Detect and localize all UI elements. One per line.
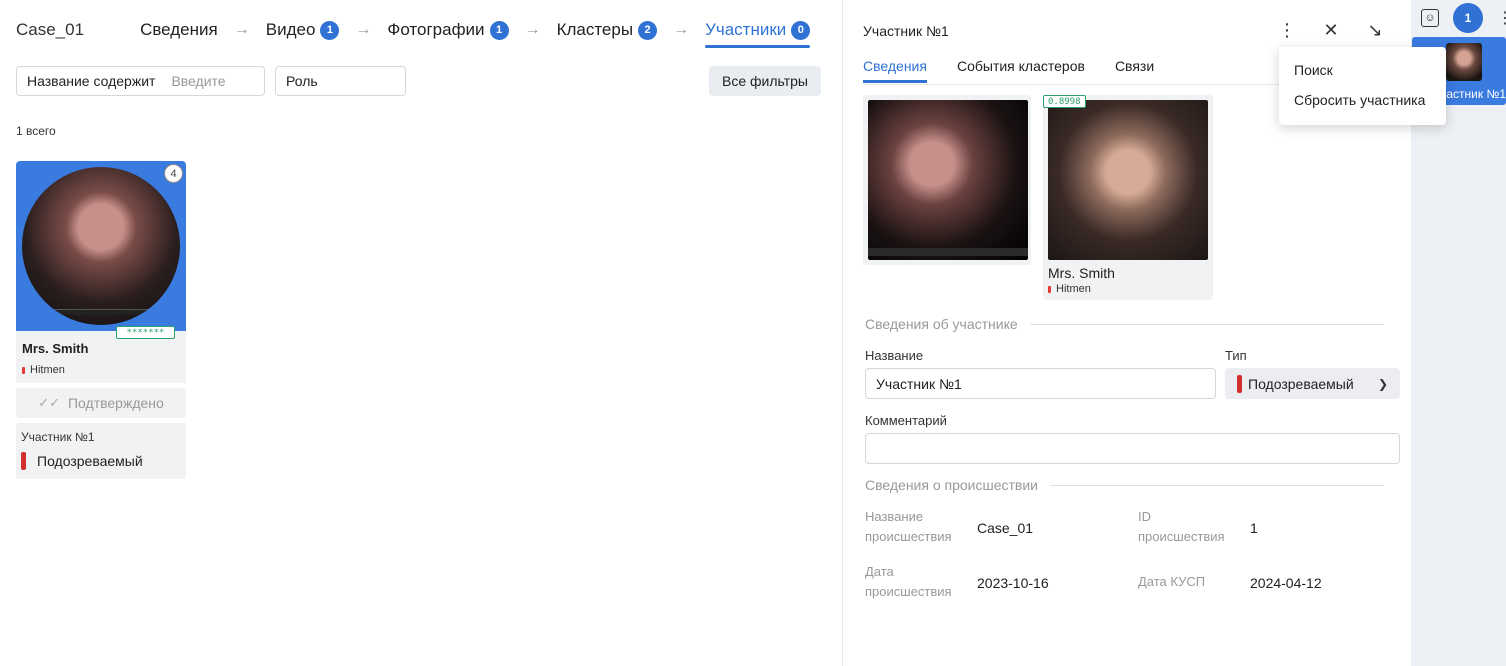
incident-id-value: 1 bbox=[1250, 520, 1258, 536]
name-label: Название bbox=[865, 348, 924, 363]
name-contains-filter[interactable]: Название содержит Введите bbox=[16, 66, 265, 96]
participant-photo[interactable]: 4 bbox=[16, 161, 186, 331]
masked-score-tag: ******* bbox=[116, 326, 175, 339]
tab-links[interactable]: Связи bbox=[1115, 58, 1154, 82]
role-color-marker bbox=[21, 452, 26, 470]
similarity-score: 0.8998 bbox=[1043, 95, 1086, 108]
strip-header: ☺ 1 ⋮ bbox=[1421, 3, 1506, 33]
type-label: Тип bbox=[1225, 348, 1247, 363]
section-incident-info: Сведения о происшествии bbox=[865, 477, 1385, 493]
matched-group: Hitmen bbox=[1048, 283, 1091, 295]
role-filter[interactable]: Роль bbox=[275, 66, 406, 96]
menu-item-search[interactable]: Поиск bbox=[1279, 55, 1446, 85]
more-vertical-icon[interactable]: ⋮ bbox=[1277, 20, 1297, 41]
avatar bbox=[1446, 43, 1482, 81]
workflow-steps: Сведения → Видео 1 → Фотографии 1 → Класте… bbox=[140, 14, 811, 48]
step-video[interactable]: Видео 1 bbox=[266, 14, 340, 46]
detail-title: Участник №1 bbox=[863, 23, 949, 39]
results-count: 1 всего bbox=[16, 124, 56, 138]
step-badge: 1 bbox=[320, 20, 340, 40]
role-color-marker bbox=[1237, 374, 1242, 393]
tab-cluster-events[interactable]: События кластеров bbox=[957, 58, 1085, 82]
incident-name-key: Название происшествия bbox=[865, 509, 952, 544]
matched-photo-card[interactable]: 0.8998 Mrs. Smith Hitmen bbox=[1043, 95, 1213, 300]
step-arrow-icon: → bbox=[524, 21, 541, 38]
tab-info[interactable]: Сведения bbox=[863, 58, 927, 83]
more-actions-menu: Поиск Сбросить участника bbox=[1279, 47, 1446, 125]
step-arrow-icon: → bbox=[355, 21, 372, 38]
participant-name-input[interactable]: Участник №1 bbox=[865, 368, 1216, 399]
step-participants[interactable]: Участники 0 bbox=[705, 14, 811, 48]
double-check-icon: ✓✓ bbox=[38, 395, 60, 410]
step-photos[interactable]: Фотографии 1 bbox=[387, 14, 509, 46]
source-photo-image bbox=[868, 100, 1028, 260]
name-filter-placeholder: Введите bbox=[171, 73, 226, 89]
confirmed-button[interactable]: ✓✓ Подтверждено bbox=[16, 388, 186, 418]
participant-role: Подозреваемый bbox=[21, 452, 181, 470]
person-icon[interactable]: ☺ bbox=[1421, 9, 1439, 27]
participant-card[interactable]: 4 ******* Mrs. Smith Hitmen ✓✓ Подтвержд… bbox=[16, 161, 186, 479]
step-badge: 2 bbox=[638, 20, 658, 40]
name-filter-label: Название содержит bbox=[27, 73, 156, 89]
incident-id-key: ID происшествия bbox=[1138, 509, 1225, 544]
section-divider bbox=[1029, 323, 1384, 325]
incident-date-value: 2023-10-16 bbox=[977, 575, 1049, 591]
step-badge: 0 bbox=[791, 20, 811, 40]
step-arrow-icon: → bbox=[233, 21, 250, 38]
kusp-date-value: 2024-04-12 bbox=[1250, 575, 1322, 591]
participant-label: Участник №1 bbox=[21, 430, 95, 444]
participants-count-badge[interactable]: 1 bbox=[1453, 3, 1483, 33]
comment-label: Комментарий bbox=[865, 413, 947, 428]
detail-actions: ⋮ ✕ ↘ bbox=[1277, 20, 1385, 41]
matched-person-name: Mrs. Smith bbox=[1048, 265, 1115, 281]
kusp-date-key: Дата КУСП bbox=[1138, 574, 1206, 589]
section-participant-info: Сведения об участнике bbox=[865, 316, 1384, 332]
header-bar: Case_01 Сведения → Видео 1 → Фотографии 1 … bbox=[16, 14, 811, 48]
chevron-down-icon: ❯ bbox=[1377, 376, 1388, 391]
video-controls-bar bbox=[868, 248, 1028, 256]
group-color-marker bbox=[22, 366, 25, 374]
video-controls-bar bbox=[52, 309, 152, 315]
participant-role-box: Участник №1 Подозреваемый bbox=[16, 423, 186, 479]
filter-bar: Название содержит Введите Роль bbox=[16, 66, 406, 96]
more-vertical-icon[interactable]: ⋮ bbox=[1497, 8, 1506, 28]
participants-pane: Case_01 Сведения → Видео 1 → Фотографии 1 … bbox=[0, 0, 842, 666]
collapse-arrow-icon[interactable]: ↘ bbox=[1365, 20, 1385, 41]
matched-photo-image bbox=[1048, 100, 1208, 260]
comment-input[interactable] bbox=[865, 433, 1400, 464]
step-clusters[interactable]: Кластеры 2 bbox=[557, 14, 658, 46]
photo-count-badge: 4 bbox=[164, 164, 183, 183]
incident-name-value: Case_01 bbox=[977, 520, 1034, 536]
detail-tabs: Сведения События кластеров Связи bbox=[863, 58, 1154, 83]
face-thumbnail bbox=[22, 167, 180, 325]
case-title: Case_01 bbox=[16, 20, 85, 39]
card-group: Hitmen bbox=[22, 364, 180, 376]
type-select[interactable]: Подозреваемый ❯ bbox=[1225, 368, 1400, 399]
source-photo-thumbnail[interactable] bbox=[863, 95, 1031, 265]
step-arrow-icon: → bbox=[673, 21, 690, 38]
close-icon[interactable]: ✕ bbox=[1321, 20, 1341, 41]
step-badge: 1 bbox=[489, 20, 509, 40]
step-info[interactable]: Сведения bbox=[140, 14, 218, 46]
group-color-marker bbox=[1048, 285, 1051, 293]
incident-date-key: Дата происшествия bbox=[865, 564, 952, 599]
all-filters-button[interactable]: Все фильтры bbox=[709, 66, 821, 96]
role-filter-label: Роль bbox=[286, 73, 318, 89]
menu-item-reset-participant[interactable]: Сбросить участника bbox=[1279, 85, 1446, 115]
card-person-name: Mrs. Smith bbox=[22, 341, 89, 356]
section-divider bbox=[1050, 484, 1385, 486]
